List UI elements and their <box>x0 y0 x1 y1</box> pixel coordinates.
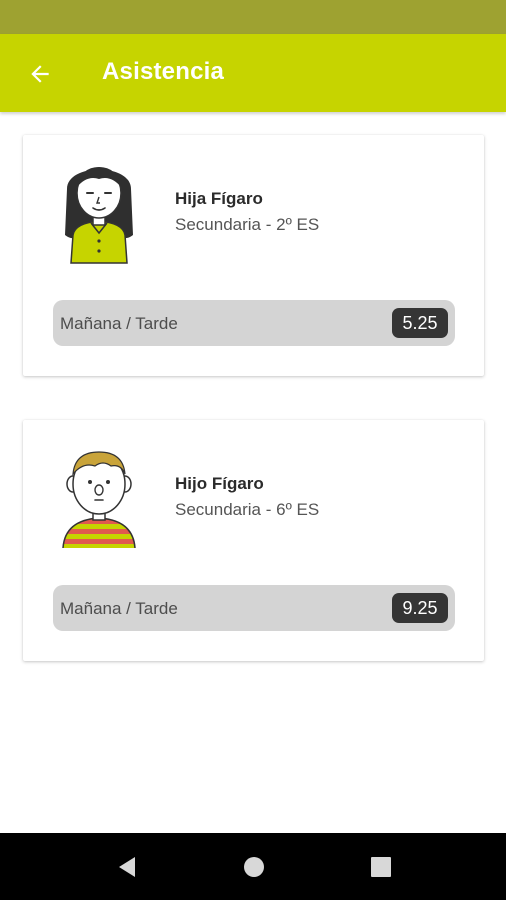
student-name: Hija Fígaro <box>175 189 263 208</box>
attendance-value-badge: 5.25 <box>392 308 448 338</box>
system-navigation-bar <box>0 833 506 900</box>
attendance-value-badge: 9.25 <box>392 593 448 623</box>
student-card[interactable]: Hija Fígaro Secundaria - 2º ES Mañana / … <box>23 135 484 376</box>
student-course: Secundaria - 2º ES <box>175 215 320 234</box>
student-course: Secundaria - 6º ES <box>175 500 320 519</box>
back-button[interactable] <box>20 54 60 94</box>
attendance-label: Mañana / Tarde <box>60 314 178 333</box>
student-name: Hijo Fígaro <box>175 474 264 493</box>
student-card[interactable]: Hijo Fígaro Secundaria - 6º ES Mañana / … <box>23 420 484 661</box>
home-circle-icon[interactable] <box>240 853 268 881</box>
status-bar <box>0 0 506 34</box>
attendance-row[interactable]: Mañana / Tarde 5.25 <box>53 300 455 346</box>
back-triangle-icon[interactable] <box>113 853 141 881</box>
boy-avatar-icon <box>62 451 136 549</box>
back-arrow-icon <box>31 65 49 83</box>
page-title: Asistencia <box>102 58 225 85</box>
girl-avatar-icon <box>65 167 133 264</box>
attendance-label: Mañana / Tarde <box>60 599 178 618</box>
recents-square-icon[interactable] <box>367 853 395 881</box>
attendance-row[interactable]: Mañana / Tarde 9.25 <box>53 585 455 631</box>
app-bar: Asistencia <box>0 34 506 112</box>
